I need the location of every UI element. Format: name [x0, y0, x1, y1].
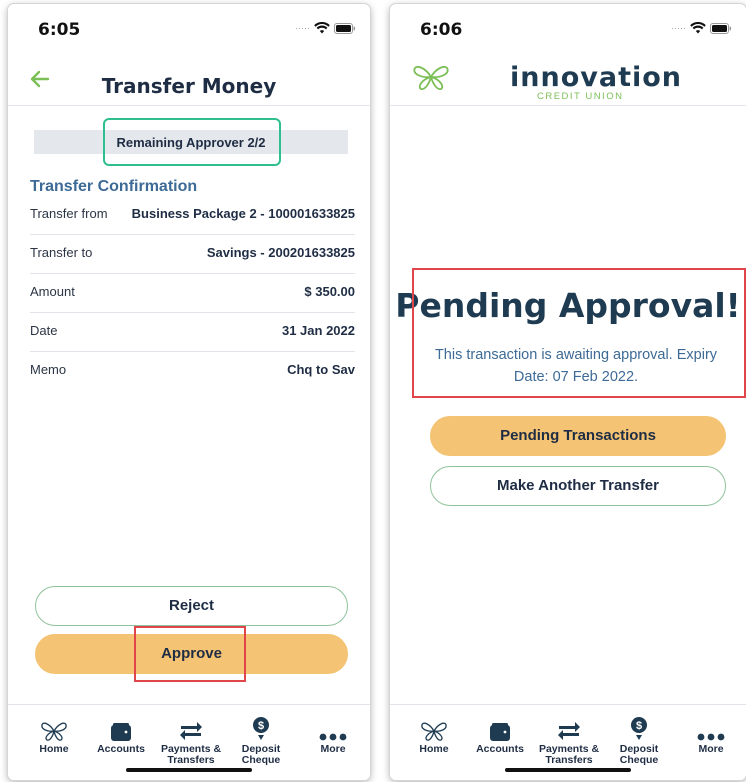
- nav-home[interactable]: Home: [399, 715, 469, 755]
- nav-more-label: More: [698, 743, 724, 755]
- page-title: Transfer Money: [101, 74, 277, 98]
- pending-highlight-box: [412, 268, 746, 398]
- row-label: Memo: [30, 362, 67, 377]
- row-label: Date: [30, 323, 58, 338]
- nav-home[interactable]: Home: [19, 715, 89, 755]
- more-dots-icon: [319, 733, 347, 741]
- nav-home-label: Home: [39, 743, 69, 755]
- nav-deposit-label-2: Cheque: [619, 754, 659, 766]
- screen-header: Transfer Money: [8, 48, 370, 106]
- wifi-icon: [314, 22, 330, 34]
- nav-deposit-cheque[interactable]: $ Deposit Cheque: [604, 715, 674, 766]
- nav-home-label: Home: [419, 743, 449, 755]
- pending-transactions-button[interactable]: Pending Transactions: [430, 416, 726, 456]
- row-value: Savings - 200201633825: [206, 245, 355, 260]
- nav-deposit-label-2: Cheque: [241, 754, 281, 766]
- more-dots-icon: [697, 733, 725, 741]
- nav-more[interactable]: More: [676, 715, 746, 755]
- status-icons: ·····: [671, 22, 732, 34]
- nav-more[interactable]: More: [298, 715, 368, 755]
- pending-approval-screen: 6:06 ····· innovation CREDIT UNION Pendi…: [390, 4, 746, 780]
- row-label: Amount: [30, 284, 75, 299]
- status-time: 6:05: [38, 20, 81, 40]
- status-time: 6:06: [420, 20, 463, 40]
- nav-accounts[interactable]: Accounts: [465, 715, 535, 755]
- nav-accounts[interactable]: Accounts: [86, 715, 156, 755]
- row-value: $ 350.00: [304, 284, 355, 299]
- approver-highlight-box: [103, 118, 281, 166]
- butterfly-icon: [421, 722, 447, 741]
- nav-deposit-cheque[interactable]: $ Deposit Cheque: [226, 715, 296, 766]
- nav-payments-label-2: Transfers: [545, 754, 593, 766]
- wallet-icon: [111, 723, 131, 741]
- detail-row-date: Date 31 Jan 2022: [30, 313, 355, 352]
- row-value: Chq to Sav: [287, 362, 355, 377]
- transfer-arrows-icon: [180, 722, 202, 740]
- status-bar: 6:06 ·····: [390, 4, 746, 48]
- deposit-cheque-icon: $: [253, 717, 269, 740]
- reject-button-label: Reject: [168, 597, 215, 614]
- home-indicator: [126, 768, 252, 772]
- nav-more-label: More: [320, 743, 346, 755]
- approve-highlight-box: [134, 626, 246, 682]
- transfer-arrows-icon: [558, 722, 580, 740]
- transfer-money-screen: 6:05 ····· Transfer Money Remaining Appr…: [8, 4, 370, 780]
- butterfly-icon: [41, 722, 67, 741]
- signal-icon: ·····: [671, 23, 686, 33]
- butterfly-icon[interactable]: [412, 64, 450, 90]
- row-label: Transfer from: [30, 206, 108, 221]
- reject-button[interactable]: Reject: [35, 586, 348, 626]
- detail-row-amount: Amount $ 350.00: [30, 274, 355, 313]
- detail-row-transfer-to: Transfer to Savings - 200201633825: [30, 235, 355, 274]
- svg-text:$: $: [636, 720, 642, 732]
- section-title: Transfer Confirmation: [30, 178, 198, 195]
- svg-text:$: $: [258, 720, 264, 732]
- detail-row-memo: Memo Chq to Sav: [30, 352, 355, 391]
- row-label: Transfer to: [30, 245, 93, 260]
- nav-accounts-label: Accounts: [97, 743, 145, 755]
- app-header: innovation CREDIT UNION: [390, 48, 746, 106]
- bottom-nav: Home Accounts Payments & Transfers $ Depo…: [390, 704, 746, 780]
- bottom-nav: Home Accounts Payments & Transfers $ Depo…: [8, 704, 370, 780]
- deposit-cheque-icon: $: [631, 717, 647, 740]
- status-icons: ·····: [295, 22, 356, 34]
- row-value: 31 Jan 2022: [281, 323, 355, 338]
- make-another-transfer-button[interactable]: Make Another Transfer: [430, 466, 726, 506]
- detail-row-transfer-from: Transfer from Business Package 2 - 10000…: [30, 196, 355, 235]
- home-indicator: [505, 768, 631, 772]
- signal-icon: ·····: [295, 23, 310, 33]
- logo-text: innovation: [510, 62, 682, 93]
- nav-accounts-label: Accounts: [476, 743, 524, 755]
- battery-icon: [710, 22, 731, 34]
- pending-transactions-label: Pending Transactions: [500, 427, 656, 444]
- nav-payments-label-2: Transfers: [167, 754, 215, 766]
- battery-icon: [334, 22, 355, 34]
- nav-payments-transfers[interactable]: Payments & Transfers: [534, 715, 604, 766]
- status-bar: 6:05 ·····: [8, 4, 370, 48]
- row-value: Business Package 2 - 100001633825: [131, 206, 355, 221]
- wifi-icon: [690, 22, 706, 34]
- nav-payments-transfers[interactable]: Payments & Transfers: [156, 715, 226, 766]
- logo-subtext: CREDIT UNION: [537, 91, 624, 102]
- wallet-icon: [490, 723, 510, 741]
- make-another-transfer-label: Make Another Transfer: [497, 477, 659, 494]
